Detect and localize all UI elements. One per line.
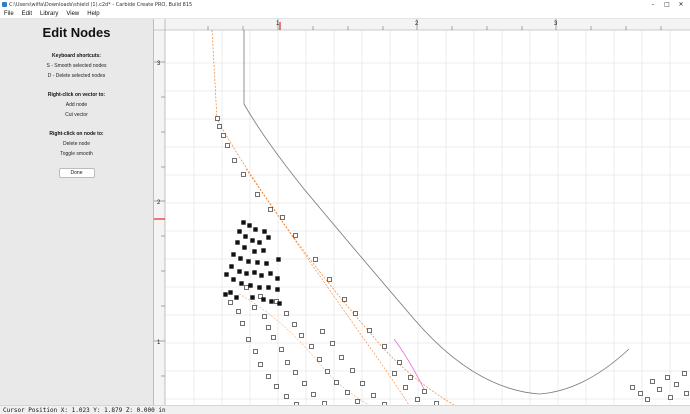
minimize-button[interactable]: – (646, 0, 660, 9)
top-ruler (154, 19, 690, 30)
ruler-ticks (154, 19, 662, 377)
close-button[interactable]: ✕ (674, 0, 688, 9)
menu-help[interactable]: Help (83, 11, 103, 17)
left-ruler (154, 19, 165, 405)
window-title: C:\Users\wilfa\Downloads\shield (1).c2d*… (9, 1, 193, 8)
panel-heading: Edit Nodes (42, 25, 111, 40)
open-nodes[interactable] (215, 116, 689, 406)
menu-view[interactable]: View (62, 11, 83, 17)
edit-nodes-panel: Edit Nodes Keyboard shortcuts: S - Smoot… (0, 19, 153, 405)
shortcut-smooth: S - Smooth selected nodes (46, 63, 107, 69)
outer-vector[interactable] (243, 30, 630, 395)
orange-vector-lower[interactable] (238, 293, 370, 405)
title-bar: C:\Users\wilfa\Downloads\shield (1).c2d*… (0, 0, 690, 9)
app-window: C:\Users\wilfa\Downloads\shield (1).c2d*… (0, 0, 690, 414)
window-controls: – □ ✕ (646, 0, 688, 9)
maximize-button[interactable]: □ (660, 0, 674, 9)
done-button[interactable]: Done (58, 168, 95, 178)
node-actions-title: Right-click on node to: (49, 131, 104, 137)
menu-file[interactable]: File (0, 11, 18, 17)
vector-actions-title: Right-click on vector to: (47, 92, 106, 98)
design-canvas[interactable]: 1 2 3 3 2 1 (154, 19, 690, 405)
node-action-toggle-smooth: Toggle smooth (60, 151, 93, 157)
node-action-delete-node: Delete node (63, 141, 90, 147)
app-icon (2, 2, 7, 7)
selected-nodes[interactable] (223, 220, 282, 306)
shortcuts-title: Keyboard shortcuts: (52, 53, 101, 59)
shortcut-delete: D - Delete selected nodes (47, 73, 106, 79)
menu-edit[interactable]: Edit (18, 11, 36, 17)
orange-vector-left[interactable] (211, 29, 455, 405)
menu-library[interactable]: Library (36, 11, 62, 17)
cursor-position: Cursor Position X: 1.023 Y: 1.879 Z: 0.0… (3, 407, 166, 414)
vector-action-cut-vector: Cut vector (65, 112, 88, 118)
menu-bar: File Edit Library View Help (0, 9, 690, 19)
status-bar: Cursor Position X: 1.023 Y: 1.879 Z: 0.0… (0, 405, 690, 414)
canvas-svg[interactable]: 1 2 3 3 2 1 (154, 19, 690, 405)
vector-action-add-node: Add node (65, 102, 88, 108)
